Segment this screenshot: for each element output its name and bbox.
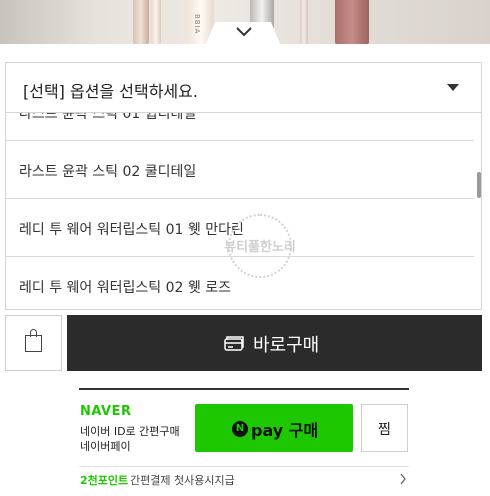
naver-points-row[interactable]: 2천포인트 간편결제 첫사용시지급 xyxy=(79,466,409,490)
caret-down-icon xyxy=(447,84,459,91)
option-item-label: 라스트 윤곽 스틱 01 쉽디테일 xyxy=(19,112,197,122)
points-amount: 2천포인트 xyxy=(80,474,129,487)
product-brand-text: BBIA xyxy=(193,14,201,35)
option-item-label: 라스트 윤곽 스틱 02 쿨디테일 xyxy=(19,164,197,180)
chevron-down-icon[interactable] xyxy=(234,24,254,40)
card-icon xyxy=(224,336,244,351)
option-list-scrollbar[interactable] xyxy=(477,172,481,198)
naver-n-icon: N xyxy=(232,421,248,437)
naver-pay-button[interactable]: N pay 구매 xyxy=(195,404,353,452)
naver-pay-section: NAVER 네이버 ID로 간편구매 네이버페이 N pay 구매 찜 2천포인… xyxy=(79,388,409,496)
product-image-tube xyxy=(133,0,149,44)
naver-desc-line2: 네이버페이 xyxy=(80,440,131,453)
option-item[interactable]: 레디 투 웨어 워터립스틱 01 웻 만다린 xyxy=(6,199,474,257)
option-item-label: 레디 투 웨어 워터립스틱 01 웻 만다린 xyxy=(19,222,244,238)
option-item[interactable]: 레디 투 웨어 워터립스틱 02 웻 로즈 xyxy=(6,257,474,309)
naver-desc-line1: 네이버 ID로 간편구매 xyxy=(80,425,180,438)
product-banner: BBIA xyxy=(0,0,490,44)
option-item-label: 레디 투 웨어 워터립스틱 02 웻 로즈 xyxy=(19,280,231,296)
option-item[interactable]: 라스트 윤곽 스틱 02 쿨디테일 xyxy=(6,141,474,199)
option-list[interactable]: 라스트 윤곽 스틱 01 쉽디테일 라스트 윤곽 스틱 02 쿨디테일 레디 투… xyxy=(5,112,482,310)
naver-pay-label: pay 구매 xyxy=(251,421,319,440)
product-image-tube xyxy=(151,0,161,44)
wishlist-label: 찜 xyxy=(378,422,391,438)
buy-now-label: 바로구매 xyxy=(253,335,320,356)
product-image-tube xyxy=(335,0,369,44)
naver-logo: NAVER xyxy=(80,404,132,419)
buy-now-button[interactable]: 바로구매 xyxy=(67,315,482,371)
product-image-tube xyxy=(300,0,308,44)
option-select-placeholder: [선택] 옵션을 선택하세요. xyxy=(23,82,198,101)
chevron-right-icon[interactable] xyxy=(399,473,407,485)
wishlist-button[interactable]: 찜 xyxy=(361,404,408,452)
option-item[interactable]: 라스트 윤곽 스틱 01 쉽디테일 xyxy=(6,112,474,141)
add-to-cart-button[interactable] xyxy=(5,315,62,371)
shopping-bag-icon xyxy=(25,335,42,352)
option-select[interactable]: [선택] 옵션을 선택하세요. xyxy=(5,62,482,112)
points-description: 간편결제 첫사용시지급 xyxy=(130,474,235,487)
